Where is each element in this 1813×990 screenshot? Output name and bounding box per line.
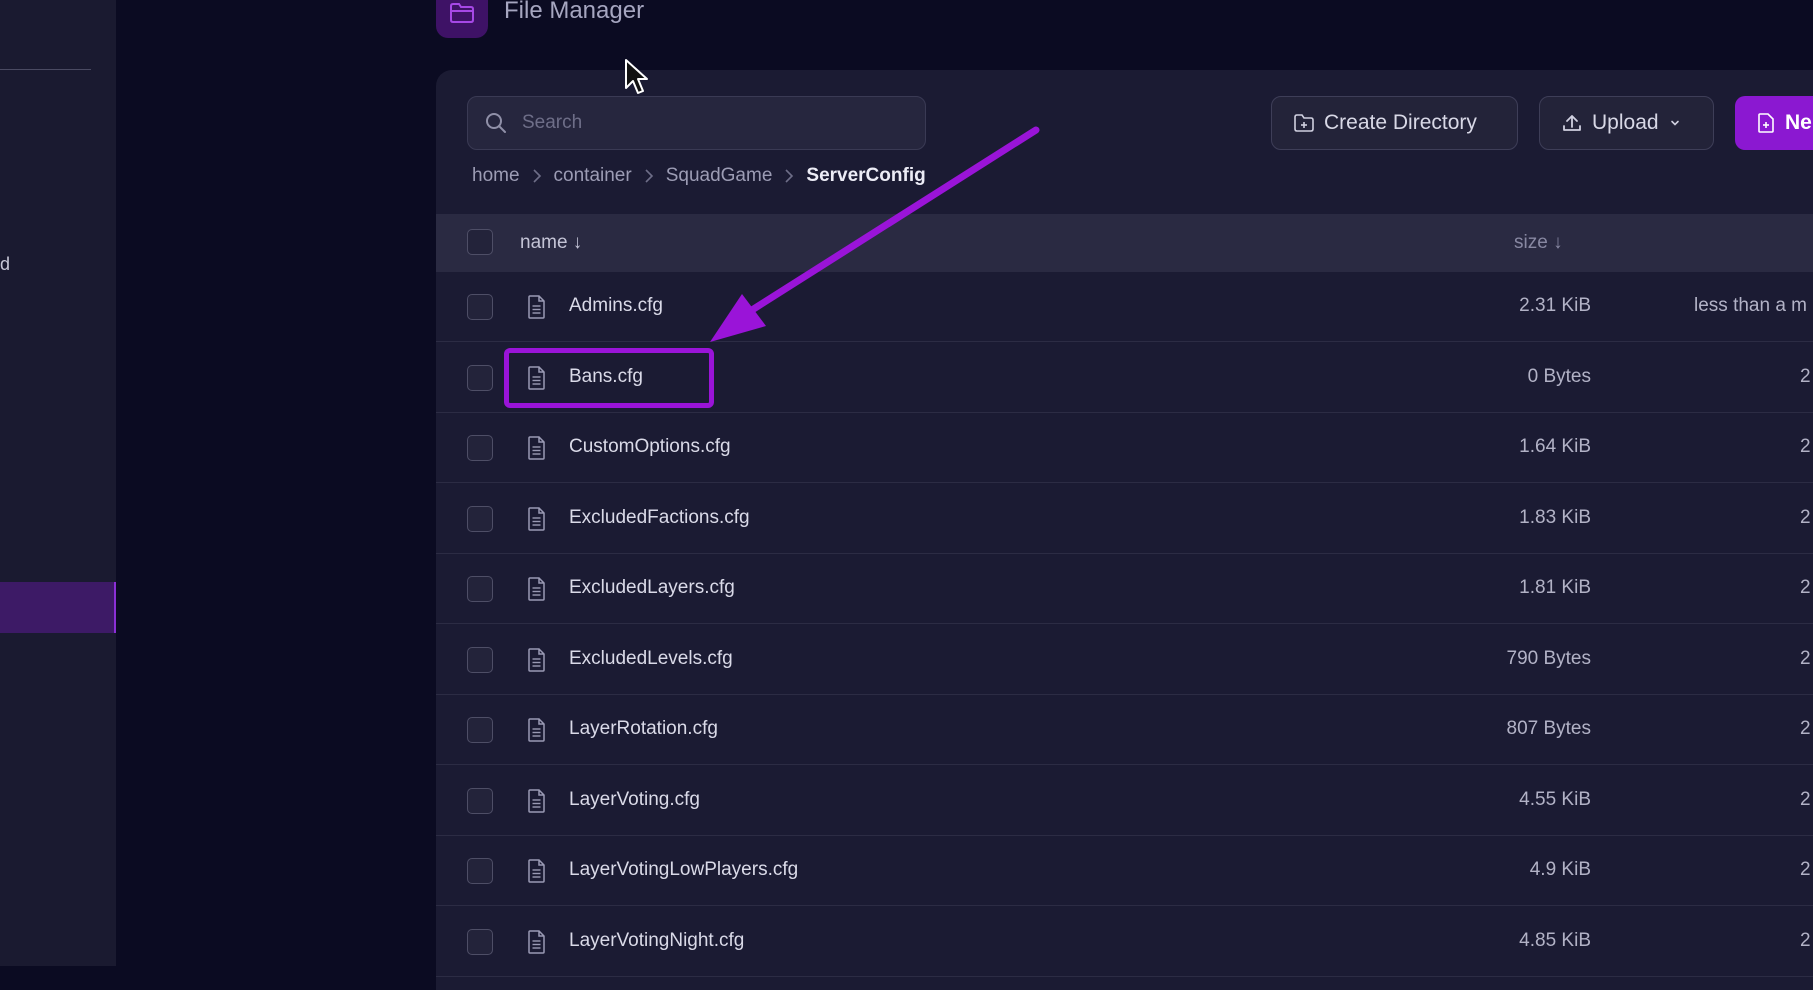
file-modified: 2 bbox=[1800, 577, 1811, 598]
table-row[interactable]: ExcludedLevels.cfg 790 Bytes 2 bbox=[436, 625, 1813, 695]
page-title: File Manager bbox=[504, 0, 645, 24]
file-icon bbox=[526, 577, 546, 606]
file-size: 4.55 KiB bbox=[1519, 788, 1591, 810]
row-checkbox[interactable] bbox=[467, 294, 493, 320]
mouse-cursor-icon bbox=[625, 59, 648, 94]
row-checkbox[interactable] bbox=[467, 717, 493, 743]
row-checkbox[interactable] bbox=[467, 364, 493, 391]
file-name[interactable]: ExcludedLayers.cfg bbox=[569, 577, 735, 599]
create-directory-label: Create Directory bbox=[1324, 111, 1477, 134]
breadcrumb-item-container[interactable]: container bbox=[554, 165, 632, 187]
file-modified: less than a m bbox=[1694, 295, 1807, 316]
new-file-label: Ne bbox=[1785, 111, 1812, 134]
file-name[interactable]: LayerVoting.cfg bbox=[569, 789, 700, 811]
folder-icon bbox=[436, 0, 488, 38]
upload-button[interactable]: Upload bbox=[1539, 96, 1714, 150]
row-checkbox[interactable] bbox=[467, 928, 493, 955]
highlight-box bbox=[504, 348, 714, 408]
file-size: 4.9 KiB bbox=[1529, 859, 1591, 880]
search-input[interactable] bbox=[520, 111, 904, 135]
sidebar-item-partial[interactable]: d bbox=[0, 254, 10, 275]
file-modified: 2 bbox=[1800, 647, 1811, 669]
row-checkbox[interactable] bbox=[467, 505, 493, 532]
select-all-checkbox[interactable] bbox=[467, 229, 493, 255]
file-name[interactable]: ExcludedLevels.cfg bbox=[569, 648, 733, 670]
table-row[interactable]: LayerVoting.cfg 4.55 KiB 2 bbox=[436, 766, 1813, 836]
chevron-right-icon bbox=[784, 168, 794, 184]
column-header-size[interactable]: size ↓ bbox=[1514, 232, 1563, 254]
file-icon bbox=[526, 647, 546, 677]
table-row[interactable]: LayerRotation.cfg 807 Bytes 2 bbox=[436, 695, 1813, 765]
folder-plus-icon bbox=[1294, 114, 1314, 132]
table-row[interactable]: LayerVotingLowPlayers.cfg 4.9 KiB 2 bbox=[436, 836, 1813, 906]
file-name[interactable]: CustomOptions.cfg bbox=[569, 436, 731, 458]
table-row[interactable]: ExcludedFactions.cfg 1.83 KiB 2 bbox=[436, 484, 1813, 554]
file-name[interactable]: LayerVotingLowPlayers.cfg bbox=[569, 859, 798, 881]
row-checkbox[interactable] bbox=[467, 646, 493, 673]
file-name[interactable]: ExcludedFactions.cfg bbox=[569, 507, 750, 529]
file-icon bbox=[526, 929, 546, 959]
file-icon bbox=[526, 788, 546, 818]
file-plus-icon bbox=[1758, 113, 1774, 133]
search-box[interactable] bbox=[467, 96, 926, 150]
upload-label: Upload bbox=[1592, 111, 1659, 134]
create-directory-button[interactable]: Create Directory bbox=[1271, 96, 1518, 150]
file-size: 0 Bytes bbox=[1527, 365, 1591, 387]
file-icon bbox=[526, 436, 546, 465]
file-modified: 2 bbox=[1800, 506, 1811, 528]
file-modified: 2 bbox=[1800, 929, 1811, 951]
file-size: 807 Bytes bbox=[1506, 718, 1592, 739]
chevron-right-icon bbox=[644, 168, 654, 184]
upload-icon bbox=[1563, 115, 1581, 131]
row-checkbox[interactable] bbox=[467, 576, 493, 602]
sidebar-item-active[interactable] bbox=[0, 582, 116, 633]
table-row[interactable]: ExcludedLayers.cfg 1.81 KiB 2 bbox=[436, 554, 1813, 624]
breadcrumb-item-squadgame[interactable]: SquadGame bbox=[666, 165, 773, 187]
file-modified: 2 bbox=[1800, 859, 1811, 880]
new-file-button[interactable]: Ne bbox=[1735, 96, 1813, 150]
table-row[interactable]: LayerVotingNight.cfg 4.85 KiB 2 bbox=[436, 907, 1813, 977]
file-size: 2.31 KiB bbox=[1519, 295, 1591, 316]
table-row[interactable]: CustomOptions.cfg 1.64 KiB 2 bbox=[436, 413, 1813, 483]
file-modified: 2 bbox=[1800, 365, 1811, 387]
row-checkbox[interactable] bbox=[467, 787, 493, 814]
file-modified: 2 bbox=[1800, 436, 1811, 457]
file-icon bbox=[526, 718, 546, 747]
file-size: 1.81 KiB bbox=[1519, 577, 1591, 598]
column-header-name[interactable]: name ↓ bbox=[520, 232, 582, 254]
sidebar: d bbox=[0, 0, 116, 966]
breadcrumb-item-home[interactable]: home bbox=[472, 165, 520, 187]
breadcrumb-item-current: ServerConfig bbox=[806, 165, 926, 186]
file-name[interactable]: Admins.cfg bbox=[569, 295, 663, 317]
chevron-down-icon bbox=[1670, 120, 1679, 126]
file-icon bbox=[526, 859, 546, 888]
search-icon bbox=[486, 113, 506, 133]
file-modified: 2 bbox=[1800, 718, 1811, 739]
breadcrumb: home container SquadGame ServerConfig bbox=[472, 165, 926, 187]
file-size: 1.64 KiB bbox=[1519, 436, 1591, 457]
row-checkbox[interactable] bbox=[467, 435, 493, 461]
file-size: 4.85 KiB bbox=[1519, 929, 1591, 951]
file-size: 790 Bytes bbox=[1506, 647, 1592, 669]
file-name[interactable]: LayerRotation.cfg bbox=[569, 718, 718, 740]
file-icon bbox=[526, 295, 546, 324]
file-modified: 2 bbox=[1800, 788, 1811, 810]
file-size: 1.83 KiB bbox=[1519, 506, 1591, 528]
file-icon bbox=[526, 506, 546, 536]
chevron-right-icon bbox=[532, 168, 542, 184]
table-header bbox=[436, 214, 1813, 272]
row-checkbox[interactable] bbox=[467, 858, 493, 884]
sidebar-divider bbox=[0, 69, 91, 70]
file-name[interactable]: LayerVotingNight.cfg bbox=[569, 930, 744, 952]
table-row[interactable]: Admins.cfg 2.31 KiB less than a m bbox=[436, 272, 1813, 342]
